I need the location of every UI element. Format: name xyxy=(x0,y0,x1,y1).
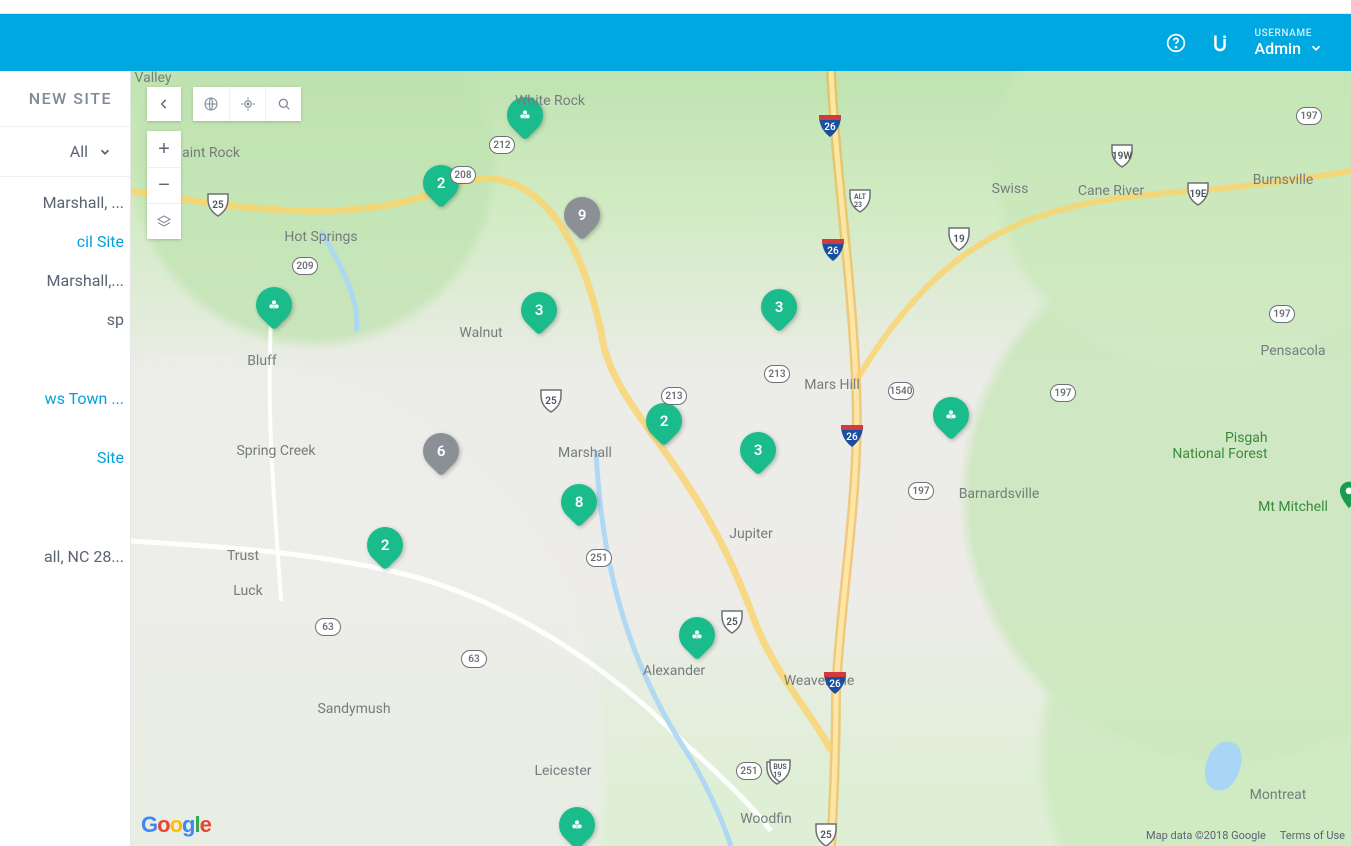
search-button[interactable] xyxy=(265,87,301,121)
site-list-item: Marshall, ... xyxy=(0,183,130,222)
poi-pin-icon xyxy=(1339,481,1351,513)
globe-view-button[interactable] xyxy=(193,87,229,121)
chevron-down-icon xyxy=(98,145,112,159)
site-list-item[interactable]: Site xyxy=(0,438,130,477)
zoom-in-button[interactable]: + xyxy=(147,131,181,167)
map-canvas[interactable]: + − Google Map data ©2018 Google Terms o… xyxy=(131,71,1351,846)
site-list-item xyxy=(0,517,130,537)
user-menu[interactable]: USERNAME Admin xyxy=(1254,28,1323,58)
map-marker[interactable]: 3 xyxy=(521,292,557,336)
map-marker[interactable]: 6 xyxy=(423,433,459,477)
zoom-controls: + − xyxy=(147,131,181,239)
zoom-out-button[interactable]: − xyxy=(147,167,181,203)
site-list-item xyxy=(0,497,130,517)
sidebar: NEW SITE All Marshall, ...cil Site Marsh… xyxy=(0,71,131,846)
map-marker[interactable]: 2 xyxy=(423,165,459,209)
back-button[interactable] xyxy=(147,87,181,121)
site-list-item: all, NC 28... xyxy=(0,537,130,576)
map-tools xyxy=(193,87,301,121)
map-attribution: Map data ©2018 Google Terms of Use xyxy=(1146,829,1345,842)
browser-strip xyxy=(0,0,1351,14)
filter-label: All xyxy=(70,142,88,161)
username-value: Admin xyxy=(1254,39,1301,58)
filter-dropdown[interactable]: All xyxy=(0,127,130,177)
locate-button[interactable] xyxy=(229,87,265,121)
terms-link[interactable]: Terms of Use xyxy=(1280,829,1345,842)
site-list-item xyxy=(0,359,130,379)
chevron-down-icon xyxy=(1309,41,1323,55)
map-marker[interactable] xyxy=(933,397,969,441)
new-site-button[interactable]: NEW SITE xyxy=(0,71,130,127)
map-marker[interactable]: 2 xyxy=(646,403,682,447)
attribution-text: Map data ©2018 Google xyxy=(1146,829,1266,842)
site-list-item xyxy=(0,477,130,497)
map-marker[interactable] xyxy=(256,287,292,331)
app-header: USERNAME Admin xyxy=(0,14,1351,71)
ubiquiti-logo-icon[interactable] xyxy=(1210,33,1230,53)
site-list-item[interactable]: ws Town ... xyxy=(0,379,130,418)
map-marker[interactable] xyxy=(559,807,595,846)
map-marker[interactable]: 3 xyxy=(740,432,776,476)
username-label: USERNAME xyxy=(1254,28,1312,39)
site-list-item: sp xyxy=(0,300,130,339)
layers-button[interactable] xyxy=(147,203,181,239)
site-list-item xyxy=(0,418,130,438)
site-list-item[interactable]: cil Site xyxy=(0,222,130,261)
help-icon[interactable] xyxy=(1166,33,1186,53)
site-list-item xyxy=(0,339,130,359)
site-list[interactable]: Marshall, ...cil Site Marshall,...sp ws T… xyxy=(0,177,130,846)
map-marker[interactable] xyxy=(507,97,543,141)
site-list-item: Marshall,... xyxy=(0,261,130,300)
map-marker[interactable] xyxy=(679,617,715,661)
map-marker[interactable]: 9 xyxy=(564,197,600,241)
map-marker[interactable]: 2 xyxy=(367,527,403,571)
map-marker[interactable]: 3 xyxy=(761,289,797,333)
map-marker[interactable]: 8 xyxy=(561,484,597,528)
